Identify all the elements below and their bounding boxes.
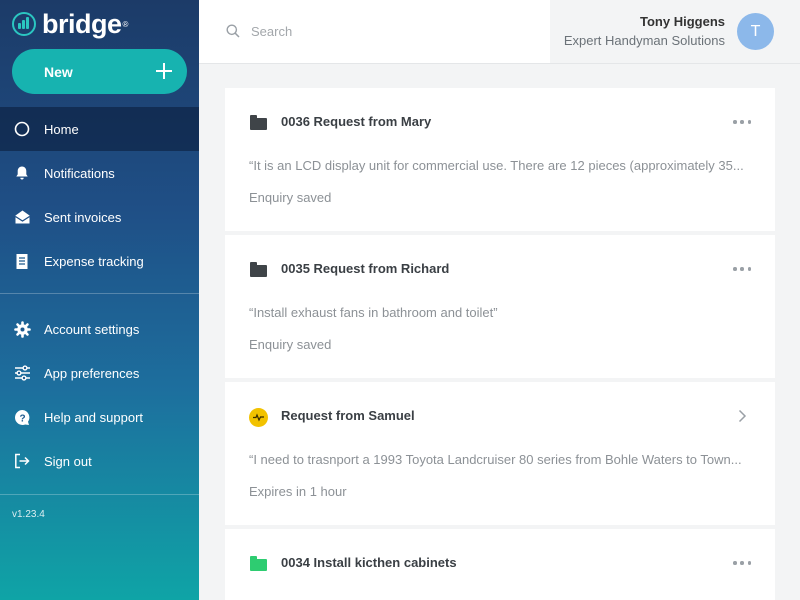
sidebar-item-label: Sent invoices — [44, 209, 122, 225]
more-icon[interactable] — [733, 267, 751, 273]
folder-icon — [250, 115, 267, 130]
plus-icon — [156, 63, 172, 79]
sidebar-item-label: Help and support — [44, 409, 144, 425]
secondary-nav: Account settings App preferences ? Help … — [0, 307, 199, 483]
sidebar-item-label: Sign out — [44, 453, 92, 469]
sidebar: bridge ® New Home Notifications Sent invo… — [0, 0, 199, 600]
requester-logo-icon — [249, 408, 268, 427]
new-button-label: New — [44, 64, 73, 80]
request-card[interactable]: 0035 Request from Richard “Install exhau… — [225, 235, 775, 378]
home-circle-icon — [13, 120, 31, 138]
sidebar-item-sent-invoices[interactable]: Sent invoices — [0, 195, 199, 239]
sidebar-item-expense-tracking[interactable]: Expense tracking — [0, 239, 199, 283]
request-excerpt: “I need to trasnport a 1993 Toyota Landc… — [249, 452, 742, 467]
search-icon — [226, 24, 240, 38]
request-status: Expires in 1 hour — [249, 484, 347, 499]
search-bar — [199, 0, 549, 63]
user-account[interactable]: Tony Higgens Expert Handyman Solutions T — [550, 0, 800, 63]
receipt-icon — [13, 252, 31, 270]
sign-out-icon — [13, 452, 31, 470]
top-bar: Tony Higgens Expert Handyman Solutions T — [199, 0, 800, 64]
request-card[interactable]: Request from Samuel “I need to trasnport… — [225, 382, 775, 525]
envelope-icon — [13, 208, 31, 226]
request-excerpt: “It is an LCD display unit for commercia… — [249, 158, 744, 173]
sidebar-item-home[interactable]: Home — [0, 107, 199, 151]
sidebar-item-app-preferences[interactable]: App preferences — [0, 351, 199, 395]
sidebar-divider — [0, 293, 199, 294]
bell-icon — [13, 164, 31, 182]
avatar[interactable]: T — [737, 13, 774, 50]
sliders-icon — [13, 364, 31, 382]
chevron-right-icon[interactable] — [737, 409, 747, 423]
sidebar-item-label: Notifications — [44, 165, 115, 181]
sidebar-item-label: App preferences — [44, 365, 140, 381]
request-title: 0035 Request from Richard — [281, 261, 450, 276]
folder-icon — [250, 262, 267, 277]
sidebar-item-label: Home — [44, 121, 79, 137]
request-title: 0036 Request from Mary — [281, 114, 432, 129]
sidebar-item-label: Expense tracking — [44, 253, 144, 269]
request-title: Request from Samuel — [281, 408, 415, 423]
user-name: Tony Higgens — [640, 14, 725, 29]
search-input[interactable] — [251, 20, 531, 42]
sidebar-item-label: Account settings — [44, 321, 140, 337]
sidebar-item-notifications[interactable]: Notifications — [0, 151, 199, 195]
brand-name: bridge — [42, 9, 122, 39]
brand-logo[interactable]: bridge ® — [12, 9, 128, 39]
request-status: Enquiry saved — [249, 337, 332, 352]
app-version: v1.23.4 — [12, 509, 45, 520]
request-title: 0034 Install kicthen cabinets — [281, 555, 457, 570]
bridge-logo-icon — [12, 12, 36, 36]
user-company: Expert Handyman Solutions — [563, 33, 725, 48]
sidebar-item-account-settings[interactable]: Account settings — [0, 307, 199, 351]
brand-trademark: ® — [122, 19, 129, 29]
gear-icon — [13, 320, 31, 338]
svg-text:?: ? — [19, 413, 25, 424]
sidebar-divider — [0, 494, 199, 495]
sidebar-item-sign-out[interactable]: Sign out — [0, 439, 199, 483]
help-icon: ? — [13, 408, 31, 426]
request-card[interactable]: 0036 Request from Mary “It is an LCD dis… — [225, 88, 775, 231]
request-card[interactable]: 0034 Install kicthen cabinets — [225, 529, 775, 600]
more-icon[interactable] — [733, 561, 751, 567]
request-status: Enquiry saved — [249, 190, 332, 205]
request-excerpt: “Install exhaust fans in bathroom and to… — [249, 305, 498, 320]
primary-nav: Home Notifications Sent invoices Expense… — [0, 107, 199, 283]
sidebar-item-help-and-support[interactable]: ? Help and support — [0, 395, 199, 439]
more-icon[interactable] — [733, 120, 751, 126]
new-button[interactable]: New — [12, 49, 187, 94]
folder-icon — [250, 556, 267, 571]
